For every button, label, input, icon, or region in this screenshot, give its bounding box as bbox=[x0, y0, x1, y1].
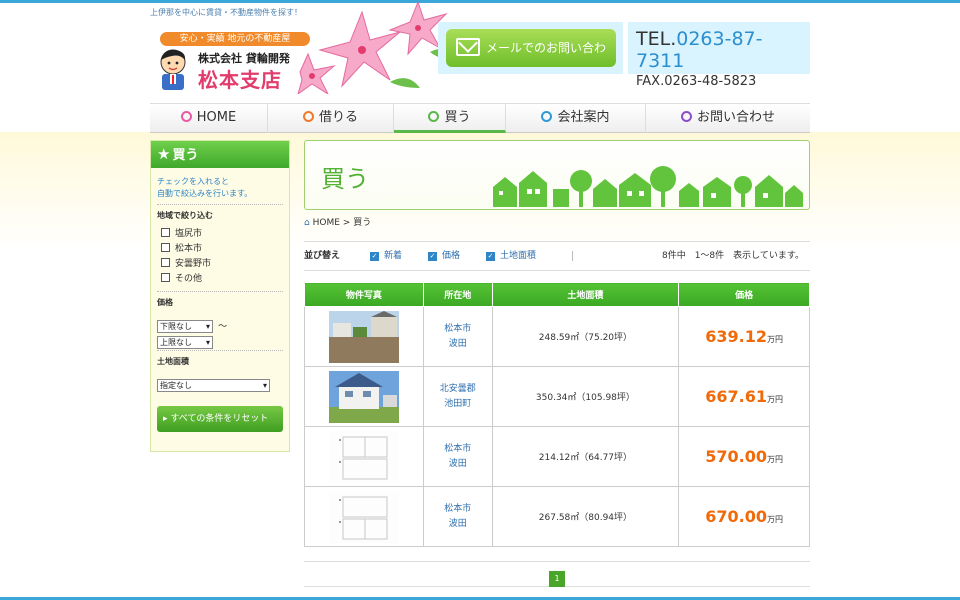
main-content: 買う ⌂ HOME > 買う 並び替え ✓ 新着 ✓ 価格 ✓ 土地面積 8件中… bbox=[304, 140, 810, 587]
property-photo-plan[interactable] bbox=[328, 430, 399, 483]
sort-price[interactable]: ✓ 価格 bbox=[428, 242, 460, 270]
price-min-select[interactable]: 下限なし bbox=[157, 320, 213, 333]
property-photo-plan[interactable] bbox=[328, 490, 399, 543]
mail-contact-button[interactable]: メールでのお問い合わせ bbox=[438, 22, 623, 93]
flower-decoration-icon bbox=[297, 2, 458, 94]
header-tagline: 上伊那を中心に賃貸・不動産物件を探す！ bbox=[150, 8, 302, 17]
nav-contact[interactable]: お問い合わせ bbox=[646, 104, 810, 133]
nav-company[interactable]: 会社案内 bbox=[506, 104, 646, 133]
main-nav: HOME 借りる 買う 会社案内 お問い合わせ bbox=[150, 103, 810, 133]
page-button[interactable]: 1 bbox=[549, 571, 565, 587]
fax-number: FAX.0263-48-5823 bbox=[636, 74, 757, 89]
area-checkbox-shiojiri[interactable]: 塩尻市 bbox=[157, 227, 283, 242]
breadcrumb-current: 買う bbox=[353, 218, 372, 228]
table-row[interactable]: 松本市 波田 267.58㎡（80.94坪） 670.00万円 bbox=[304, 486, 810, 547]
check-icon: ✓ bbox=[486, 252, 495, 261]
sort-divider bbox=[572, 251, 573, 261]
area-filter-title: 地域で絞り込む bbox=[157, 211, 213, 220]
checkbox-icon[interactable] bbox=[161, 228, 170, 237]
sort-bar: 並び替え ✓ 新着 ✓ 価格 ✓ 土地面積 8件中 1〜8件 表示しています。 bbox=[304, 241, 810, 271]
circle-icon bbox=[428, 111, 440, 122]
page-wrapper: 上伊那を中心に賃貸・不動産物件を探す！ 安心・実績 地元の不動産屋 株式会社 貸… bbox=[150, 0, 810, 600]
price-cell: 667.61万円 bbox=[678, 366, 810, 427]
price-cell: 670.00万円 bbox=[678, 486, 810, 547]
pagination: 1 bbox=[304, 561, 810, 587]
check-icon: ✓ bbox=[370, 252, 379, 261]
star-icon: ★ bbox=[157, 145, 171, 163]
mail-contact-label: メールでのお問い合わせ bbox=[486, 41, 607, 93]
table-row[interactable]: 松本市 波田 248.59㎡（75.20坪） 639.12万円 bbox=[304, 306, 810, 367]
land-filter: 土地面積 指定なし bbox=[157, 350, 283, 396]
photo-cell[interactable] bbox=[304, 486, 424, 547]
land-area-cell: 350.34㎡（105.98坪） bbox=[491, 366, 680, 427]
property-photo-house[interactable] bbox=[328, 370, 399, 423]
nav-buy[interactable]: 買う bbox=[394, 104, 506, 133]
mail-contact-inner[interactable]: メールでのお問い合わせ bbox=[446, 29, 616, 93]
checkbox-icon[interactable] bbox=[161, 273, 170, 282]
price-filter-title: 価格 bbox=[157, 298, 173, 307]
mascot-icon bbox=[160, 49, 186, 90]
breadcrumb: ⌂ HOME > 買う bbox=[304, 216, 810, 230]
land-filter-title: 土地面積 bbox=[157, 357, 189, 366]
result-count: 8件中 1〜8件 表示しています。 bbox=[661, 251, 804, 261]
location-cell[interactable]: 北安曇郡 池田町 bbox=[422, 366, 493, 427]
branch-name: 松本支店 bbox=[198, 68, 282, 92]
property-photo-lot[interactable] bbox=[328, 310, 399, 363]
area-checkbox-matsumoto[interactable]: 松本市 bbox=[157, 242, 283, 257]
property-table: 物件写真 所在地 土地面積 価格 松本市 波田 248.59㎡（75.20坪） … bbox=[304, 282, 810, 547]
breadcrumb-home[interactable]: HOME bbox=[313, 218, 340, 228]
checkbox-icon[interactable] bbox=[161, 258, 170, 267]
price-cell: 570.00万円 bbox=[678, 426, 810, 487]
circle-icon bbox=[541, 111, 553, 122]
circle-icon bbox=[302, 111, 314, 122]
column-header-location: 所在地 bbox=[422, 282, 493, 307]
price-filter: 価格 下限なし 〜 上限なし bbox=[157, 291, 283, 350]
column-header-price: 価格 bbox=[678, 282, 810, 307]
column-header-photo: 物件写真 bbox=[304, 282, 424, 307]
telephone: TEL.0263-87-7311 bbox=[636, 28, 763, 72]
contact-box: TEL.0263-87-7311 FAX.0263-48-5823 bbox=[628, 22, 810, 89]
price-tilde: 〜 bbox=[218, 322, 228, 332]
nav-home[interactable]: HOME bbox=[150, 104, 268, 133]
table-row[interactable]: 北安曇郡 池田町 350.34㎡（105.98坪） 667.61万円 bbox=[304, 366, 810, 427]
photo-cell[interactable] bbox=[304, 426, 424, 487]
area-filter: 地域で絞り込む 塩尻市 松本市 安曇野市 その他 bbox=[157, 204, 283, 291]
home-icon: ⌂ bbox=[304, 218, 310, 228]
reset-conditions-button[interactable]: ▸ すべての条件をリセット bbox=[157, 406, 283, 432]
land-area-cell: 267.58㎡（80.94坪） bbox=[491, 486, 680, 547]
price-max-select[interactable]: 上限なし bbox=[157, 336, 213, 349]
nav-rent[interactable]: 借りる bbox=[268, 104, 394, 133]
land-area-cell: 248.59㎡（75.20坪） bbox=[491, 306, 680, 367]
sidebar: ★ 買う チェックを入れると 自動で絞込みを行います。 地域で絞り込む 塩尻市 松本… bbox=[150, 140, 290, 452]
envelope-icon bbox=[456, 38, 480, 56]
column-header-land-area: 土地面積 bbox=[491, 282, 680, 307]
page-title-box: 買う bbox=[304, 140, 810, 210]
price-cell: 639.12万円 bbox=[678, 306, 810, 367]
page-title: 買う bbox=[321, 165, 369, 193]
land-area-cell: 214.12㎡（64.77坪） bbox=[491, 426, 680, 487]
sort-newest[interactable]: ✓ 新着 bbox=[370, 242, 402, 270]
location-cell[interactable]: 松本市 波田 bbox=[422, 426, 493, 487]
breadcrumb-separator: > bbox=[342, 218, 351, 228]
location-cell[interactable]: 松本市 波田 bbox=[422, 306, 493, 367]
sort-label: 並び替え bbox=[304, 251, 341, 261]
photo-cell[interactable] bbox=[304, 366, 424, 427]
land-area-select[interactable]: 指定なし bbox=[157, 379, 270, 392]
check-icon: ✓ bbox=[428, 252, 437, 261]
logo-badge: 安心・実績 地元の不動産屋 bbox=[160, 32, 310, 46]
area-checkbox-other[interactable]: その他 bbox=[157, 272, 283, 287]
table-row[interactable]: 松本市 波田 214.12㎡（64.77坪） 570.00万円 bbox=[304, 426, 810, 487]
area-checkbox-azumino[interactable]: 安曇野市 bbox=[157, 257, 283, 272]
circle-icon bbox=[680, 111, 692, 122]
circle-icon bbox=[180, 111, 192, 122]
sort-land-area[interactable]: ✓ 土地面積 bbox=[486, 242, 536, 270]
table-header-row: 物件写真 所在地 土地面積 価格 bbox=[304, 282, 810, 307]
sidebar-note: チェックを入れると 自動で絞込みを行います。 bbox=[157, 177, 253, 198]
photo-cell[interactable] bbox=[304, 306, 424, 367]
location-cell[interactable]: 松本市 波田 bbox=[422, 486, 493, 547]
checkbox-icon[interactable] bbox=[161, 243, 170, 252]
houses-illustration-icon bbox=[493, 166, 803, 207]
sidebar-header: ★ 買う bbox=[151, 141, 289, 168]
